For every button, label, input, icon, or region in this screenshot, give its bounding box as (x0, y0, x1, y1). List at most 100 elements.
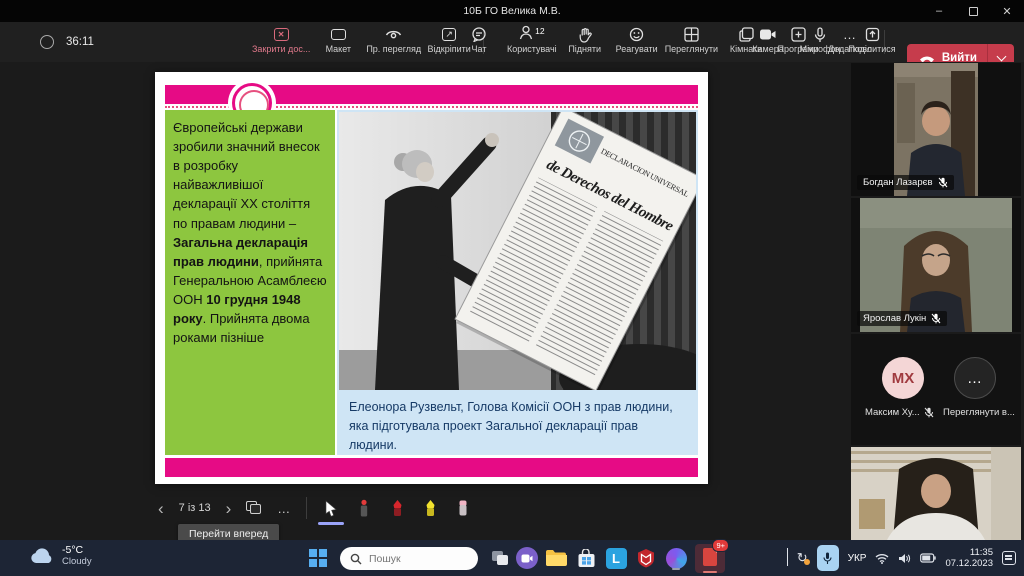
smiley-icon (629, 26, 644, 43)
chat-button[interactable]: Чат (455, 22, 503, 54)
tray-expand-button[interactable] (787, 549, 788, 567)
l-app-icon: L (606, 548, 627, 569)
active-mic-indicator[interactable] (817, 545, 839, 571)
more-presenter-options-button[interactable]: … (277, 501, 291, 516)
participant-nametag: Богдан Лазарєв (857, 175, 954, 190)
taskbar-search[interactable] (340, 547, 478, 570)
microsoft-store-button[interactable] (574, 546, 598, 570)
video-tile-teacher[interactable] (851, 447, 1021, 540)
eye-icon (385, 26, 402, 43)
previous-slide-button[interactable]: ‹ (158, 500, 164, 517)
task-view-icon (492, 551, 509, 566)
media-app-icon (666, 548, 687, 569)
search-icon (350, 553, 362, 565)
grid-view-button[interactable] (246, 501, 262, 515)
raised-hand-icon (578, 26, 592, 43)
raise-hand-button[interactable]: Підняти (561, 22, 609, 54)
start-button[interactable] (306, 546, 330, 570)
notification-center-icon[interactable] (1002, 551, 1016, 565)
red-pen-icon (390, 499, 405, 517)
grid-icon (684, 26, 699, 43)
eraser-tool-button[interactable] (454, 498, 472, 518)
slide-footer-band (165, 458, 698, 477)
chat-icon (471, 26, 487, 43)
meeting-timer: 36:11 (66, 36, 94, 48)
battery-icon[interactable] (920, 553, 936, 563)
folder-icon (545, 549, 567, 567)
chevron-down-icon (996, 52, 1006, 62)
cursor-icon (324, 500, 338, 517)
weather-condition: Cloudy (62, 556, 92, 567)
share-button[interactable]: Поділитися (848, 22, 896, 54)
yellow-highlighter-icon (423, 499, 438, 517)
avatar-maksym[interactable]: МХ (882, 357, 924, 399)
video-tile-bohdan[interactable]: Богдан Лазарєв (851, 63, 1021, 196)
camera-button[interactable]: Камера (744, 22, 792, 54)
microphone-button[interactable]: Мікрофон (796, 22, 844, 54)
stop-presenting-button[interactable]: ✕ Закрити дос... (252, 22, 310, 54)
wifi-icon[interactable] (875, 553, 889, 564)
participant-nametag: Ярослав Лукін (857, 311, 947, 326)
media-app-button[interactable] (664, 546, 688, 570)
running-indicator (672, 568, 680, 571)
presentation-stage: Європейські держави зробили значний внес… (0, 62, 1024, 540)
close-button[interactable]: ✕ (990, 0, 1024, 22)
view-button[interactable]: Переглянути (665, 22, 718, 54)
video-tile-yaroslav[interactable]: Ярослав Лукін (851, 198, 1021, 332)
participants-button[interactable]: 12 Користувачі (507, 22, 557, 54)
slide-body-text: Європейські держави зробили значний внес… (165, 110, 335, 455)
laser-pointer-tool-button[interactable] (355, 498, 373, 518)
date: 07.12.2023 (945, 558, 993, 569)
meeting-shield-icon (40, 35, 54, 49)
next-slide-button[interactable]: › (226, 500, 232, 517)
microphone-icon (823, 552, 832, 565)
clock[interactable]: 11:35 07.12.2023 (945, 547, 993, 569)
view-more-participants-button[interactable]: … (954, 357, 996, 399)
maximize-button[interactable] (956, 0, 990, 22)
weather-text: -5°C Cloudy (62, 544, 92, 567)
laser-pointer-icon (357, 499, 371, 517)
highlighter-tool-button[interactable] (421, 498, 439, 518)
avatar-tiles-row: МХ … Максим Ху... Переглянути в... (851, 334, 1021, 445)
task-view-button[interactable] (488, 546, 512, 570)
search-input[interactable] (369, 553, 459, 565)
camera-icon (759, 26, 777, 43)
cursor-tool-button[interactable] (322, 498, 340, 518)
teams-chat-icon (516, 547, 538, 569)
slide: Європейські держави зробили значний внес… (155, 72, 708, 484)
mcafee-shield-icon (637, 548, 655, 568)
volume-icon[interactable] (898, 553, 911, 564)
meeting-timer-group: 36:11 (40, 22, 94, 62)
photo-caption: Елеонора Рузвельт, Голова Комісії ООН з … (337, 394, 698, 454)
minimize-icon: – (936, 5, 942, 17)
file-explorer-button[interactable] (544, 546, 568, 570)
close-document-icon: ✕ (274, 28, 289, 41)
pen-tool-button[interactable] (388, 498, 406, 518)
layout-icon (331, 29, 346, 40)
cloud-icon (30, 548, 54, 564)
mcafee-button[interactable] (634, 546, 658, 570)
minimize-button[interactable]: – (922, 0, 956, 22)
keyboard-language[interactable]: УКР (848, 553, 867, 564)
windows-start-icon (309, 549, 327, 567)
window-controls: – ✕ (922, 0, 1024, 22)
eleanor-roosevelt-photo: DECLARACION UNIVERSAL de Derechos del Ho… (339, 112, 696, 390)
weather-widget[interactable]: -5°C Cloudy (30, 544, 92, 567)
titlebar: 10Б ГО Велика М.В. – ✕ (0, 0, 1024, 22)
react-button[interactable]: Реагувати (613, 22, 661, 54)
slide-photo-panel: DECLARACION UNIVERSAL de Derechos del Ho… (337, 110, 698, 455)
presenter-controls: ‹ 7 із 13 › … (158, 492, 472, 524)
teams-meeting-window: 10Б ГО Велика М.В. – ✕ 36:11 ✕ Закрити д… (0, 0, 1024, 576)
microphone-icon (814, 26, 826, 43)
participant-label: Максим Ху... (865, 407, 934, 418)
active-app-button[interactable]: 9+ (695, 544, 725, 573)
meeting-toolbar: 36:11 ✕ Закрити дос... Макет Пр. перегля… (0, 22, 1024, 62)
mic-off-icon (938, 177, 948, 188)
maximize-icon (969, 7, 978, 16)
app-l-button[interactable]: L (604, 546, 628, 570)
chat-app-button[interactable] (515, 546, 539, 570)
layout-button[interactable]: Макет (314, 22, 362, 54)
update-sync-icon[interactable]: ↻ (797, 550, 808, 566)
private-view-button[interactable]: Пр. перегляд (366, 22, 421, 54)
window-title: 10Б ГО Велика М.В. (463, 5, 560, 17)
